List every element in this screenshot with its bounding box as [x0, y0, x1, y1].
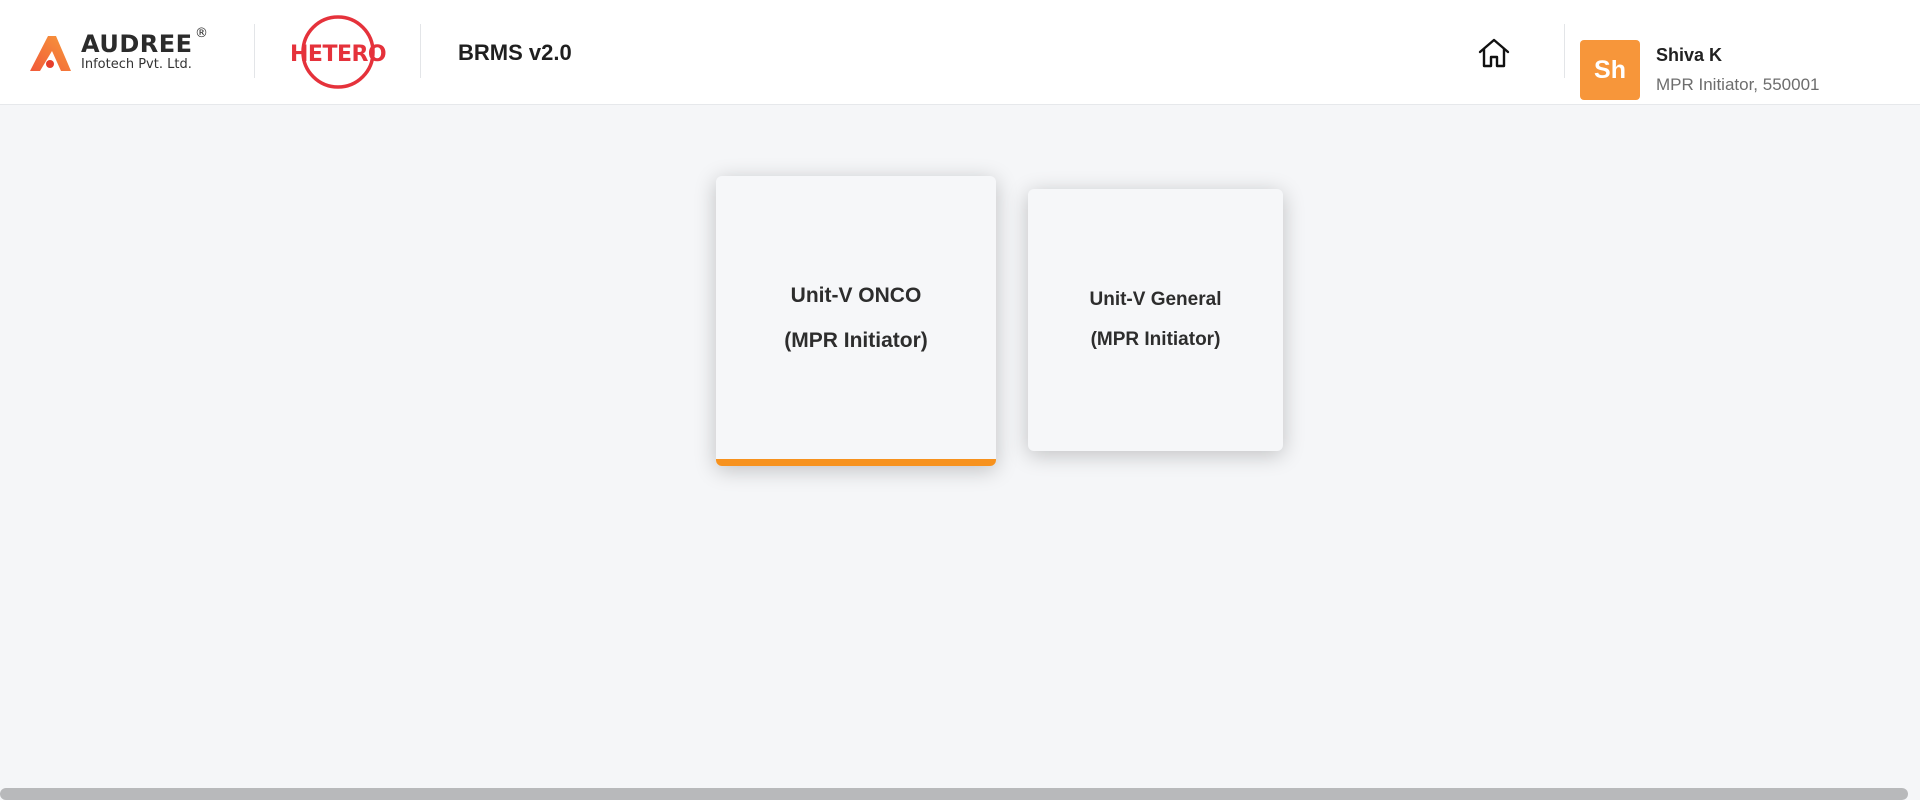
top-header: AUDREE ® Infotech Pvt. Ltd. HETERO BRMS … [0, 0, 1920, 105]
unit-card-general[interactable]: Unit-V General (MPR Initiator) [1028, 189, 1283, 451]
header-divider [1564, 24, 1565, 78]
unit-card-onco[interactable]: Unit-V ONCO (MPR Initiator) [716, 176, 996, 466]
horizontal-scrollbar[interactable] [0, 788, 1908, 800]
audree-logo: AUDREE ® Infotech Pvt. Ltd. [30, 26, 210, 76]
unit-card-title: Unit-V ONCO [790, 284, 922, 307]
user-role: MPR Initiator, 550001 [1656, 75, 1820, 94]
audree-logo-subtitle: Infotech Pvt. Ltd. [81, 57, 192, 72]
audree-logo-registered-mark: ® [195, 26, 208, 41]
hetero-logo-name: HETERO [290, 42, 387, 67]
user-avatar[interactable]: Sh [1580, 40, 1640, 100]
header-divider [420, 24, 421, 78]
hetero-logo: HETERO [288, 14, 387, 90]
user-name: Shiva K [1656, 45, 1723, 65]
home-icon [1478, 38, 1510, 68]
audree-logo-name: AUDREE [81, 30, 193, 58]
unit-card-role: (MPR Initiator) [1090, 329, 1221, 350]
app-title: BRMS v2.0 [458, 40, 572, 65]
unit-card-role: (MPR Initiator) [784, 329, 928, 352]
audree-logo-mark-icon [30, 36, 71, 71]
unit-card-title: Unit-V General [1089, 289, 1222, 310]
home-button[interactable] [1476, 36, 1512, 70]
header-divider [254, 24, 255, 78]
